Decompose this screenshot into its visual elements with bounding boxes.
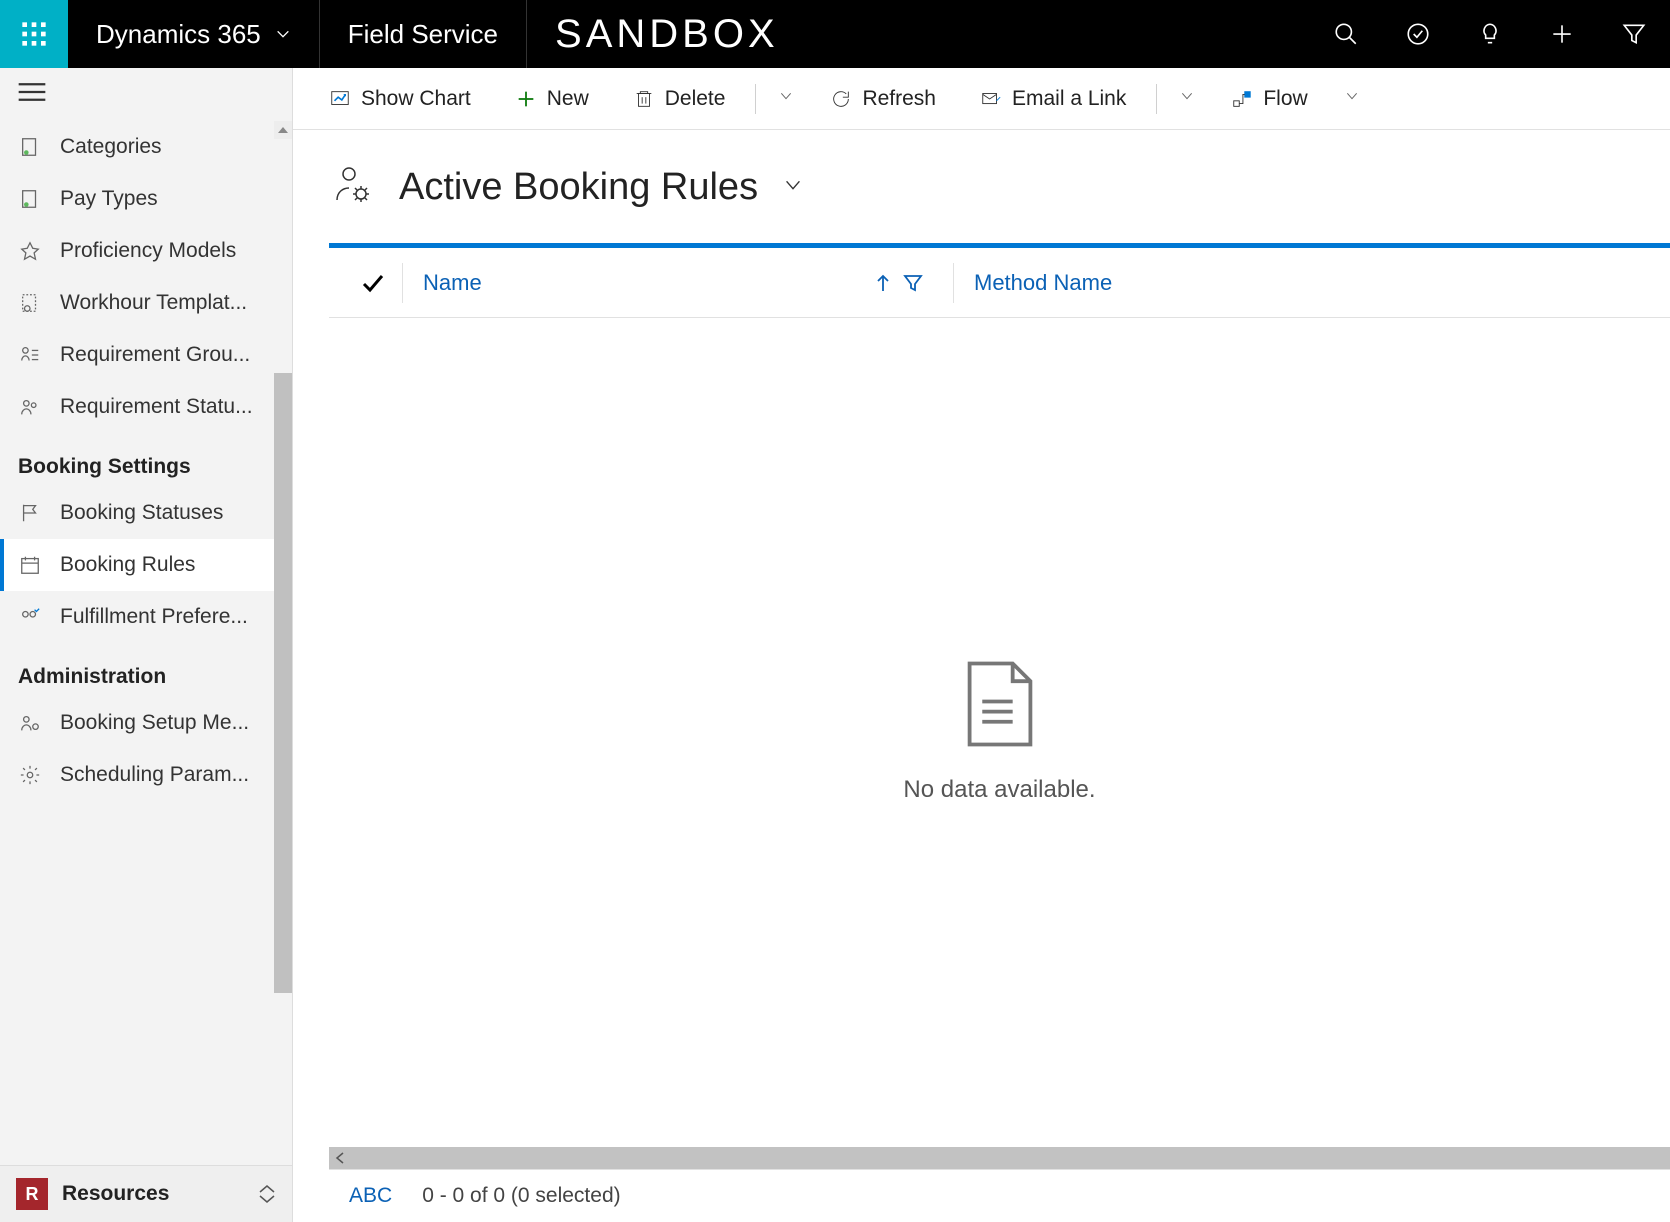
- sidebar-toggle[interactable]: [0, 68, 292, 121]
- refresh-icon: [830, 88, 852, 110]
- sidebar: Categories Pay Types Proficiency Models …: [0, 68, 293, 1222]
- view-header: Active Booking Rules: [293, 130, 1670, 243]
- help-button[interactable]: [1454, 0, 1526, 68]
- email-link-button[interactable]: Email a Link: [958, 77, 1148, 121]
- sidebar-item-booking-rules[interactable]: Booking Rules: [0, 539, 292, 591]
- command-bar: Show Chart New Delete Refresh Email a Li…: [293, 68, 1670, 130]
- refresh-button[interactable]: Refresh: [808, 77, 958, 121]
- search-button[interactable]: [1310, 0, 1382, 68]
- task-check-icon: [1405, 21, 1431, 47]
- people-gear-icon: [329, 162, 375, 213]
- brand-switcher[interactable]: Dynamics 365: [68, 0, 320, 68]
- add-button[interactable]: [1526, 0, 1598, 68]
- plus-icon: [515, 88, 537, 110]
- sidebar-item-categories[interactable]: Categories: [0, 121, 292, 173]
- grid-empty-state: No data available.: [329, 318, 1670, 1143]
- scrollbar-up-icon[interactable]: [274, 121, 292, 139]
- pager-label: 0 - 0 of 0 (0 selected): [422, 1184, 620, 1208]
- waffle-icon: [20, 20, 48, 48]
- module-label[interactable]: Field Service: [320, 0, 527, 68]
- chevron-down-icon: [1179, 88, 1195, 104]
- people-gear-icon: [18, 711, 42, 735]
- document-person-icon: [18, 135, 42, 159]
- lightbulb-icon: [1477, 21, 1503, 47]
- sidebar-item-workhour-templates[interactable]: Workhour Templat...: [0, 277, 292, 329]
- sidebar-item-requirement-groups[interactable]: Requirement Grou...: [0, 329, 292, 381]
- grid-horizontal-scrollbar[interactable]: [329, 1147, 1670, 1169]
- chevron-up-icon: [258, 1184, 276, 1194]
- column-header-method-name[interactable]: Method Name: [954, 270, 1132, 296]
- gear-icon: [18, 763, 42, 787]
- sort-up-icon[interactable]: [873, 273, 893, 293]
- hamburger-icon: [18, 82, 46, 102]
- column-header-name[interactable]: Name: [403, 270, 953, 296]
- sidebar-section-administration: Administration: [0, 643, 292, 697]
- scroll-left-icon[interactable]: [331, 1149, 349, 1167]
- sidebar-scroll: Categories Pay Types Proficiency Models …: [0, 121, 292, 1165]
- chevron-down-icon: [1344, 88, 1360, 104]
- view-title: Active Booking Rules: [399, 166, 758, 209]
- trash-icon: [633, 88, 655, 110]
- top-navigation-bar: Dynamics 365 Field Service SANDBOX: [0, 0, 1670, 68]
- app-launcher-button[interactable]: [0, 0, 68, 68]
- star-icon: [18, 239, 42, 263]
- sidebar-scrollbar-thumb[interactable]: [274, 373, 292, 993]
- search-icon: [1333, 21, 1359, 47]
- document-icon: [962, 658, 1038, 750]
- checkmark-icon: [361, 273, 385, 293]
- environment-label: SANDBOX: [527, 0, 807, 68]
- flag-icon: [18, 501, 42, 525]
- mail-icon: [980, 88, 1002, 110]
- plus-icon: [1549, 21, 1575, 47]
- calendar-icon: [18, 553, 42, 577]
- sidebar-item-booking-setup-metadata[interactable]: Booking Setup Me...: [0, 697, 292, 749]
- chevron-down-icon: [258, 1194, 276, 1204]
- brand-label: Dynamics 365: [96, 19, 261, 50]
- person-list-icon: [18, 343, 42, 367]
- area-badge: R: [16, 1178, 48, 1210]
- grid-footer: ABC 0 - 0 of 0 (0 selected): [329, 1169, 1670, 1222]
- task-button[interactable]: [1382, 0, 1454, 68]
- area-label: Resources: [62, 1182, 244, 1206]
- sidebar-item-scheduling-parameters[interactable]: Scheduling Param...: [0, 749, 292, 801]
- people-icon: [18, 395, 42, 419]
- flow-dropdown[interactable]: [1330, 78, 1374, 119]
- people-check-icon: [18, 605, 42, 629]
- area-switcher-chevrons[interactable]: [258, 1184, 276, 1204]
- alpha-index-button[interactable]: ABC: [349, 1184, 392, 1208]
- sidebar-section-booking-settings: Booking Settings: [0, 433, 292, 487]
- chevron-down-icon: [275, 26, 291, 42]
- sidebar-item-pay-types[interactable]: Pay Types: [0, 173, 292, 225]
- sidebar-item-fulfillment-preferences[interactable]: Fulfillment Prefere...: [0, 591, 292, 643]
- document-person-icon: [18, 187, 42, 211]
- flow-button[interactable]: Flow: [1209, 77, 1329, 121]
- sidebar-item-requirement-statuses[interactable]: Requirement Statu...: [0, 381, 292, 433]
- delete-button[interactable]: Delete: [611, 77, 748, 121]
- clock-doc-icon: [18, 291, 42, 315]
- view-selector-dropdown[interactable]: [782, 174, 804, 201]
- filter-button[interactable]: [1598, 0, 1670, 68]
- filter-column-icon[interactable]: [903, 273, 923, 293]
- sidebar-area-switcher[interactable]: R Resources: [0, 1165, 292, 1222]
- show-chart-button[interactable]: Show Chart: [307, 77, 493, 121]
- chevron-down-icon: [778, 88, 794, 104]
- new-button[interactable]: New: [493, 77, 611, 121]
- funnel-icon: [1621, 21, 1647, 47]
- chart-icon: [329, 88, 351, 110]
- data-grid: Name Method Name No data available.: [329, 243, 1670, 1222]
- no-data-label: No data available.: [903, 776, 1095, 804]
- grid-header-row: Name Method Name: [329, 248, 1670, 318]
- flow-icon: [1231, 88, 1253, 110]
- select-all-checkbox[interactable]: [343, 263, 403, 303]
- sidebar-item-booking-statuses[interactable]: Booking Statuses: [0, 487, 292, 539]
- delete-dropdown[interactable]: [764, 78, 808, 119]
- sidebar-item-proficiency-models[interactable]: Proficiency Models: [0, 225, 292, 277]
- main-content: Show Chart New Delete Refresh Email a Li…: [293, 68, 1670, 1222]
- email-dropdown[interactable]: [1165, 78, 1209, 119]
